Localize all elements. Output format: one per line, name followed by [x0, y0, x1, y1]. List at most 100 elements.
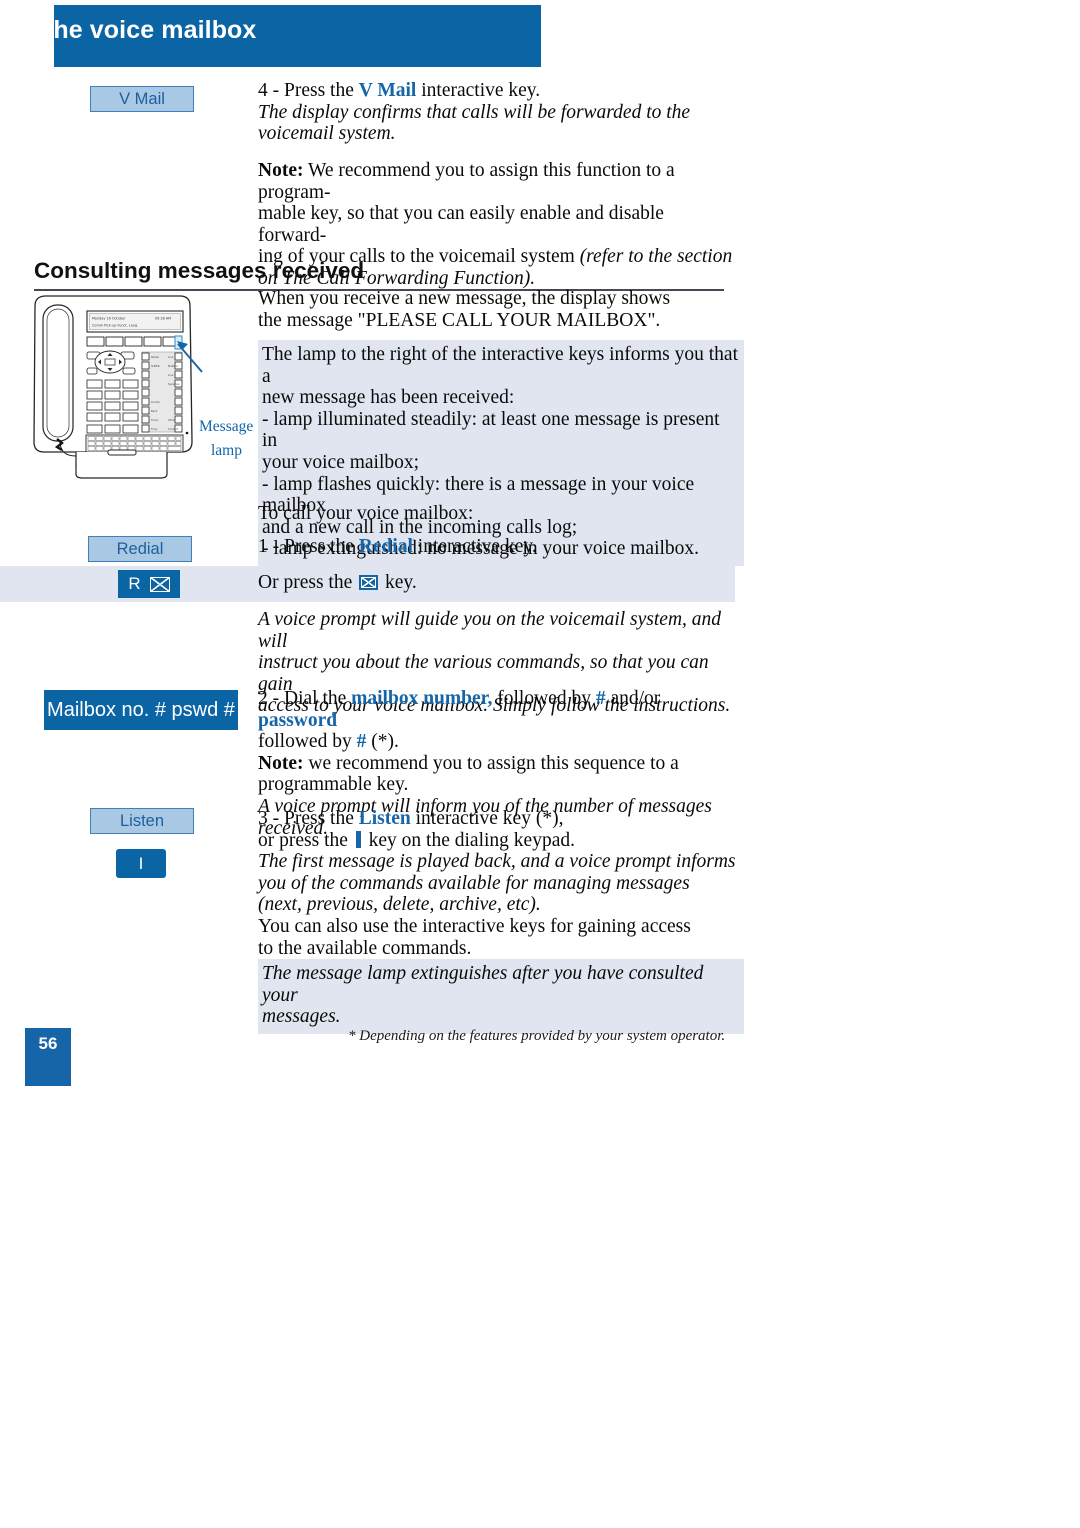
lamp-info-block: The lamp to the right of the interactive…	[258, 340, 744, 566]
step3-key: Listen	[358, 808, 411, 829]
svg-text:Contact: Contact	[168, 427, 178, 431]
step3-text-block: 3 - Press the Listen interactive key (*)…	[258, 808, 736, 959]
step2-note-label: Note:	[258, 752, 304, 774]
step3-line1: 3 - Press the Listen interactive key (*)…	[258, 808, 736, 830]
step2-mid: followed by	[492, 688, 596, 709]
step3-line2-pre: or press the	[258, 829, 353, 851]
message-lamp-annotation-line2: lamp	[211, 442, 242, 459]
step2-line2: followed by # (*).	[258, 731, 736, 753]
envelope-inline-icon	[359, 575, 379, 590]
page-title: The voice mailbox	[38, 16, 257, 44]
step1-pre: 1 - Press the	[258, 536, 359, 557]
svg-text:Other: Other	[168, 418, 176, 422]
voice-prompt-line-0: A voice prompt will guide you on the voi…	[258, 609, 722, 652]
step4-note-text: We recommend you to assign this function…	[258, 160, 675, 203]
step4-note-line2: mable key, so that you can easily enable…	[258, 203, 664, 246]
vertical-bar-key-icon	[355, 830, 361, 848]
step4-line1-pre: 4 - Press the	[258, 80, 359, 101]
redial-key-button[interactable]: Redial	[88, 536, 192, 562]
to-call-line: To call your voice mailbox:	[258, 503, 736, 525]
step2-pre: 2 - Dial the	[258, 688, 352, 709]
lamp-line-1: new message has been received:	[262, 387, 515, 409]
step3-italic-3: (next, previous, delete, archive, etc).	[258, 894, 541, 916]
note-label: Note:	[258, 160, 304, 181]
step3-italic-1: The first message is played back, and a …	[258, 851, 736, 873]
step2-hash1: #	[595, 688, 606, 709]
i-key-button[interactable]: I	[116, 849, 166, 878]
listen-key-label: Listen	[119, 811, 165, 830]
svg-text:Back: Back	[151, 409, 158, 413]
step2-note-text: we recommend you to assign this sequence…	[303, 752, 679, 774]
svg-text:Supervis.: Supervis.	[168, 382, 180, 386]
step2-hash2: #	[356, 731, 367, 753]
svg-text:Monday 16 October: Monday 16 October	[92, 317, 126, 321]
step3-line2: or press the key on the dialing keypad.	[258, 830, 736, 852]
step2-line1: 2 - Dial the mailbox number, followed by…	[258, 688, 736, 731]
section-intro-block: When you receive a new message, the disp…	[258, 288, 736, 331]
mailbox-sequence-key-button[interactable]: Mailbox no. # pswd #	[44, 690, 238, 730]
step2-mid2: and/or	[605, 688, 661, 709]
step2-note-line2: programmable key.	[258, 774, 409, 796]
step1-alt-post: key.	[380, 572, 417, 593]
svg-text:Forw.: Forw.	[151, 427, 158, 431]
to-call-text: To call your voice mailbox:	[258, 503, 474, 524]
section-heading: Consulting messages received	[34, 258, 724, 291]
lamp-line-0: The lamp to the right of the interactive…	[262, 344, 738, 387]
redial-key-label: Redial	[116, 539, 164, 558]
step2-line2-post: (*).	[366, 731, 399, 753]
mailbox-sequence-label: Mailbox no. # pswd #	[47, 698, 235, 721]
svg-text:Trans.: Trans.	[151, 418, 159, 422]
svg-text:Comm Pick-up Funct. Lang.: Comm Pick-up Funct. Lang.	[92, 324, 138, 328]
step3-line6: to the available commands.	[258, 937, 472, 959]
message-lamp-annotation-line1: Message	[199, 418, 254, 435]
svg-text:Line 2: Line 2	[168, 373, 176, 377]
r-envelope-key-button[interactable]: R	[118, 570, 180, 598]
step3-line2-post: key on the dialing keypad.	[363, 829, 575, 851]
phone-svg: Monday 16 October 09:28 AM Comm Pick-up …	[33, 295, 203, 479]
svg-text:09:28 AM: 09:28 AM	[155, 317, 171, 321]
step3-line5: You can also use the interactive keys fo…	[258, 915, 691, 937]
step2-key-mailbox: mailbox number,	[351, 688, 493, 709]
step1-alt-line: Or press the key.	[258, 572, 736, 594]
lamp-line-2: - lamp illuminated steadily: at least on…	[262, 408, 720, 452]
step4-line1: 4 - Press the V Mail interactive key.	[258, 80, 736, 102]
footnote-text: * Depending on the features provided by …	[348, 1028, 726, 1044]
step4-line1-post: interactive key.	[416, 80, 541, 101]
vmail-key-label: V Mail	[119, 89, 165, 108]
i-key-label: I	[138, 853, 144, 873]
desk-phone-illustration: Monday 16 October 09:28 AM Comm Pick-up …	[30, 292, 205, 482]
step1-line: 1 - Press the Redial interactive key.	[258, 536, 736, 558]
step1-alt-pre: Or press the	[258, 572, 358, 593]
svg-text:Redial: Redial	[151, 355, 159, 359]
step1-key: Redial	[358, 536, 413, 557]
step4-text-block: 4 - Press the V Mail interactive key. Th…	[258, 80, 736, 145]
lamp-line-3: your voice mailbox;	[262, 451, 420, 473]
step4-italic: The display confirms that calls will be …	[258, 101, 691, 145]
vmail-key-button[interactable]: V Mail	[90, 86, 194, 112]
intro-line2: the message "PLEASE CALL YOUR MAILBOX".	[258, 309, 661, 331]
step4-line1-key: V Mail	[358, 80, 417, 101]
step2-key-password: password	[258, 709, 338, 731]
page-number-badge: 56	[25, 1028, 71, 1086]
envelope-icon	[149, 576, 170, 592]
step1-post: interactive key.	[412, 536, 537, 557]
svg-text:Mailbox: Mailbox	[168, 364, 178, 368]
page-number-value: 56	[38, 1034, 58, 1053]
svg-text:SUPER: SUPER	[151, 364, 160, 368]
step2-note-line1: Note: we recommend you to assign this se…	[258, 753, 736, 775]
step2-line2-pre: followed by	[258, 731, 357, 753]
listen-key-button[interactable]: Listen	[90, 808, 194, 834]
step1-alt-text: Or press the key.	[258, 572, 736, 594]
intro-line1: When you receive a new message, the disp…	[258, 288, 671, 309]
closing-note-line-1: messages.	[262, 1006, 341, 1028]
step3-pre: 3 - Press the	[258, 808, 359, 829]
svg-text:Conf/A.: Conf/A.	[151, 400, 161, 404]
step3-post: interactive key (*),	[410, 808, 564, 829]
step3-italic-2: you of the commands available for managi…	[258, 872, 690, 894]
svg-text:Line 1: Line 1	[168, 355, 176, 359]
step4-note-line1: Note: We recommend you to assign this fu…	[258, 160, 736, 203]
step1-text: 1 - Press the Redial interactive key.	[258, 536, 736, 558]
r-key-letter: R	[128, 574, 141, 593]
closing-note-block: The message lamp extinguishes after you …	[258, 959, 744, 1034]
closing-note-line-0: The message lamp extinguishes after you …	[262, 963, 704, 1006]
